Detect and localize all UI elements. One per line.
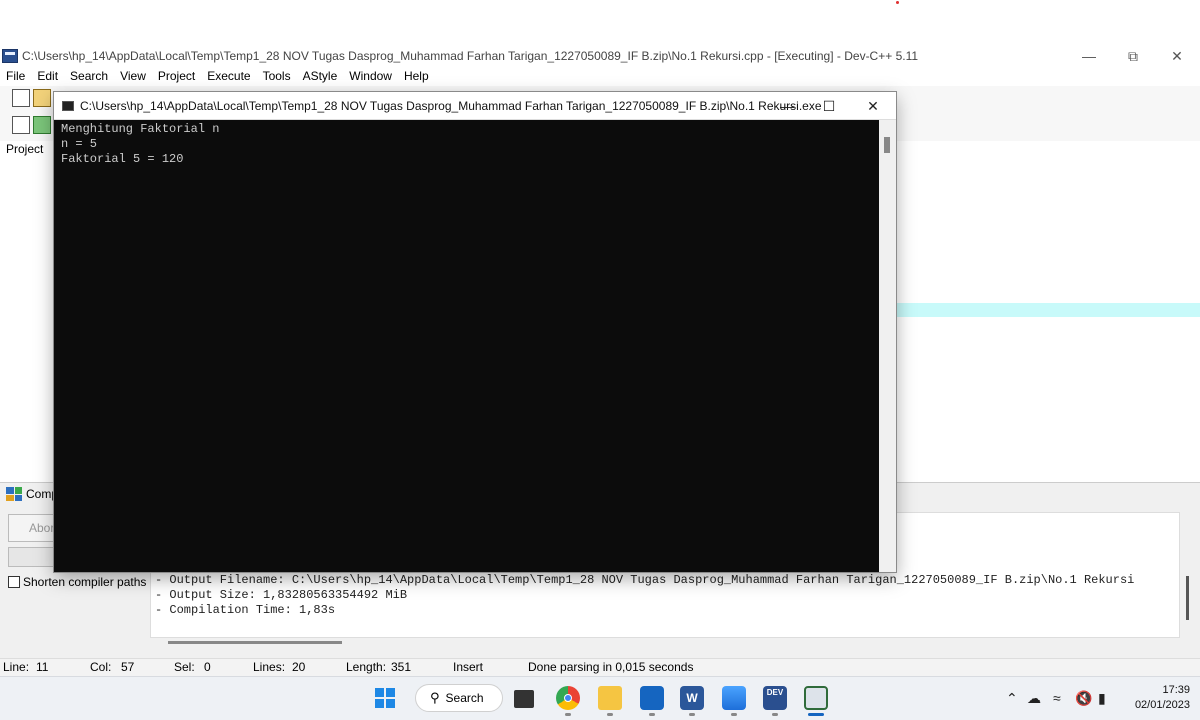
restore-icon[interactable]: ⧉ <box>1110 45 1156 67</box>
clock-date: 02/01/2023 <box>1134 699 1190 711</box>
console-minimize-icon[interactable]: — <box>764 92 810 120</box>
taskbar-search-button[interactable]: ⚲ Search <box>415 684 503 712</box>
search-icon: ⚲ <box>430 690 440 705</box>
compiler-tab[interactable]: Comp <box>6 487 58 501</box>
status-col-label: Col: <box>90 660 112 674</box>
file-explorer-icon[interactable] <box>598 686 622 710</box>
compile-progress-bar <box>8 547 56 567</box>
status-message: Done parsing in 0,015 seconds <box>528 660 694 674</box>
menu-file[interactable]: File <box>6 69 25 83</box>
console-scrollbar[interactable] <box>879 120 896 572</box>
console-close-icon[interactable]: ✕ <box>850 92 896 120</box>
console-window-title: C:\Users\hp_14\AppData\Local\Temp\Temp1_… <box>80 98 822 113</box>
insert-icon[interactable] <box>12 116 30 134</box>
status-mode: Insert <box>453 660 484 674</box>
console-taskbar-icon[interactable] <box>804 686 828 710</box>
close-icon[interactable]: ✕ <box>1154 45 1200 67</box>
red-dot <box>896 1 899 4</box>
console-output[interactable]: Menghitung Faktorial n n = 5 Faktorial 5… <box>54 120 879 570</box>
shorten-compiler-paths-checkbox[interactable]: Shorten compiler paths <box>8 575 146 589</box>
log-vertical-scrollbar[interactable] <box>1186 576 1189 620</box>
console-active-indicator <box>808 713 824 716</box>
taskbar-clock[interactable]: 17:39 02/01/2023 <box>1118 683 1190 713</box>
whiteboard-running-indicator <box>649 713 655 716</box>
status-col-value: 57 <box>121 660 135 674</box>
checkbox-box <box>8 576 20 588</box>
project-tab[interactable]: Project <box>6 142 43 156</box>
log-line: - Compilation Time: 1,83s <box>155 603 336 617</box>
task-view-icon[interactable] <box>514 690 534 708</box>
status-line-label: Line: <box>3 660 30 674</box>
menu-astyle[interactable]: AStyle <box>303 69 338 83</box>
console-app-icon <box>62 100 74 111</box>
battery-icon[interactable]: ▮ <box>1098 690 1106 707</box>
menu-tools[interactable]: Tools <box>263 69 291 83</box>
menu-execute[interactable]: Execute <box>207 69 250 83</box>
devcpp-title-bar: C:\Users\hp_14\AppData\Local\Temp\Temp1_… <box>0 45 1200 67</box>
new-file-icon[interactable] <box>12 89 30 107</box>
devcpp-app-icon <box>2 49 18 63</box>
chrome-running-indicator <box>565 713 571 716</box>
status-length-value: 351 <box>391 660 412 674</box>
wifi-icon[interactable]: ≈ <box>1053 690 1061 706</box>
console-line: n = 5 <box>61 137 98 151</box>
menu-window[interactable]: Window <box>349 69 392 83</box>
console-line: Menghitung Faktorial n <box>61 122 220 136</box>
menu-project[interactable]: Project <box>158 69 195 83</box>
word-running-indicator <box>689 713 695 716</box>
status-length-label: Length: <box>346 660 387 674</box>
log-horizontal-scrollbar[interactable] <box>168 641 342 644</box>
onedrive-icon[interactable]: ☁ <box>1027 690 1041 707</box>
menu-bar: File Edit Search View Project Execute To… <box>0 67 1200 85</box>
project-panel <box>0 160 56 482</box>
console-line: Faktorial 5 = 120 <box>61 152 184 166</box>
log-line: - Output Filename: C:\Users\hp_14\AppDat… <box>155 573 1135 587</box>
explorer-running-indicator <box>607 713 613 716</box>
status-lines-value: 20 <box>292 660 306 674</box>
log-line: - Output Size: 1,83280563354492 MiB <box>155 588 408 602</box>
word-icon[interactable]: W <box>680 686 704 710</box>
clock-time: 17:39 <box>1162 684 1190 696</box>
compiler-icon <box>6 487 22 501</box>
status-line-value: 11 <box>36 660 49 674</box>
windows-start-icon[interactable] <box>375 688 395 708</box>
menu-view[interactable]: View <box>120 69 146 83</box>
taskbar-search-label: Search <box>445 691 484 705</box>
devcpp-running-indicator <box>772 713 778 716</box>
current-line-highlight <box>896 303 1200 317</box>
menu-help[interactable]: Help <box>404 69 429 83</box>
chevron-up-icon[interactable]: ⌃ <box>1006 690 1018 707</box>
status-sel-label: Sel: <box>174 660 195 674</box>
volume-muted-icon[interactable]: 🔇 <box>1075 690 1092 707</box>
whiteboard-icon[interactable] <box>640 686 664 710</box>
code-editor[interactable] <box>896 160 1200 482</box>
devcpp-window-title: C:\Users\hp_14\AppData\Local\Temp\Temp1_… <box>22 49 919 63</box>
console-maximize-icon[interactable]: ☐ <box>806 92 852 120</box>
status-sel-value: 0 <box>204 660 211 674</box>
chrome-icon-center <box>564 694 572 702</box>
compile-run-icon[interactable] <box>33 116 51 134</box>
minimize-icon[interactable]: — <box>1066 45 1112 67</box>
status-lines-label: Lines: <box>253 660 286 674</box>
abort-compilation-button[interactable]: Abor <box>8 514 56 542</box>
devcpp-taskbar-label: DEV <box>766 688 784 697</box>
devcpp-taskbar-icon[interactable]: DEV <box>763 686 787 710</box>
photos-icon[interactable] <box>722 686 746 710</box>
photos-running-indicator <box>731 713 737 716</box>
menu-search[interactable]: Search <box>70 69 108 83</box>
menu-edit[interactable]: Edit <box>37 69 58 83</box>
shorten-compiler-paths-label: Shorten compiler paths <box>23 575 147 589</box>
console-scroll-thumb[interactable] <box>884 137 890 153</box>
open-file-icon[interactable] <box>33 89 51 107</box>
